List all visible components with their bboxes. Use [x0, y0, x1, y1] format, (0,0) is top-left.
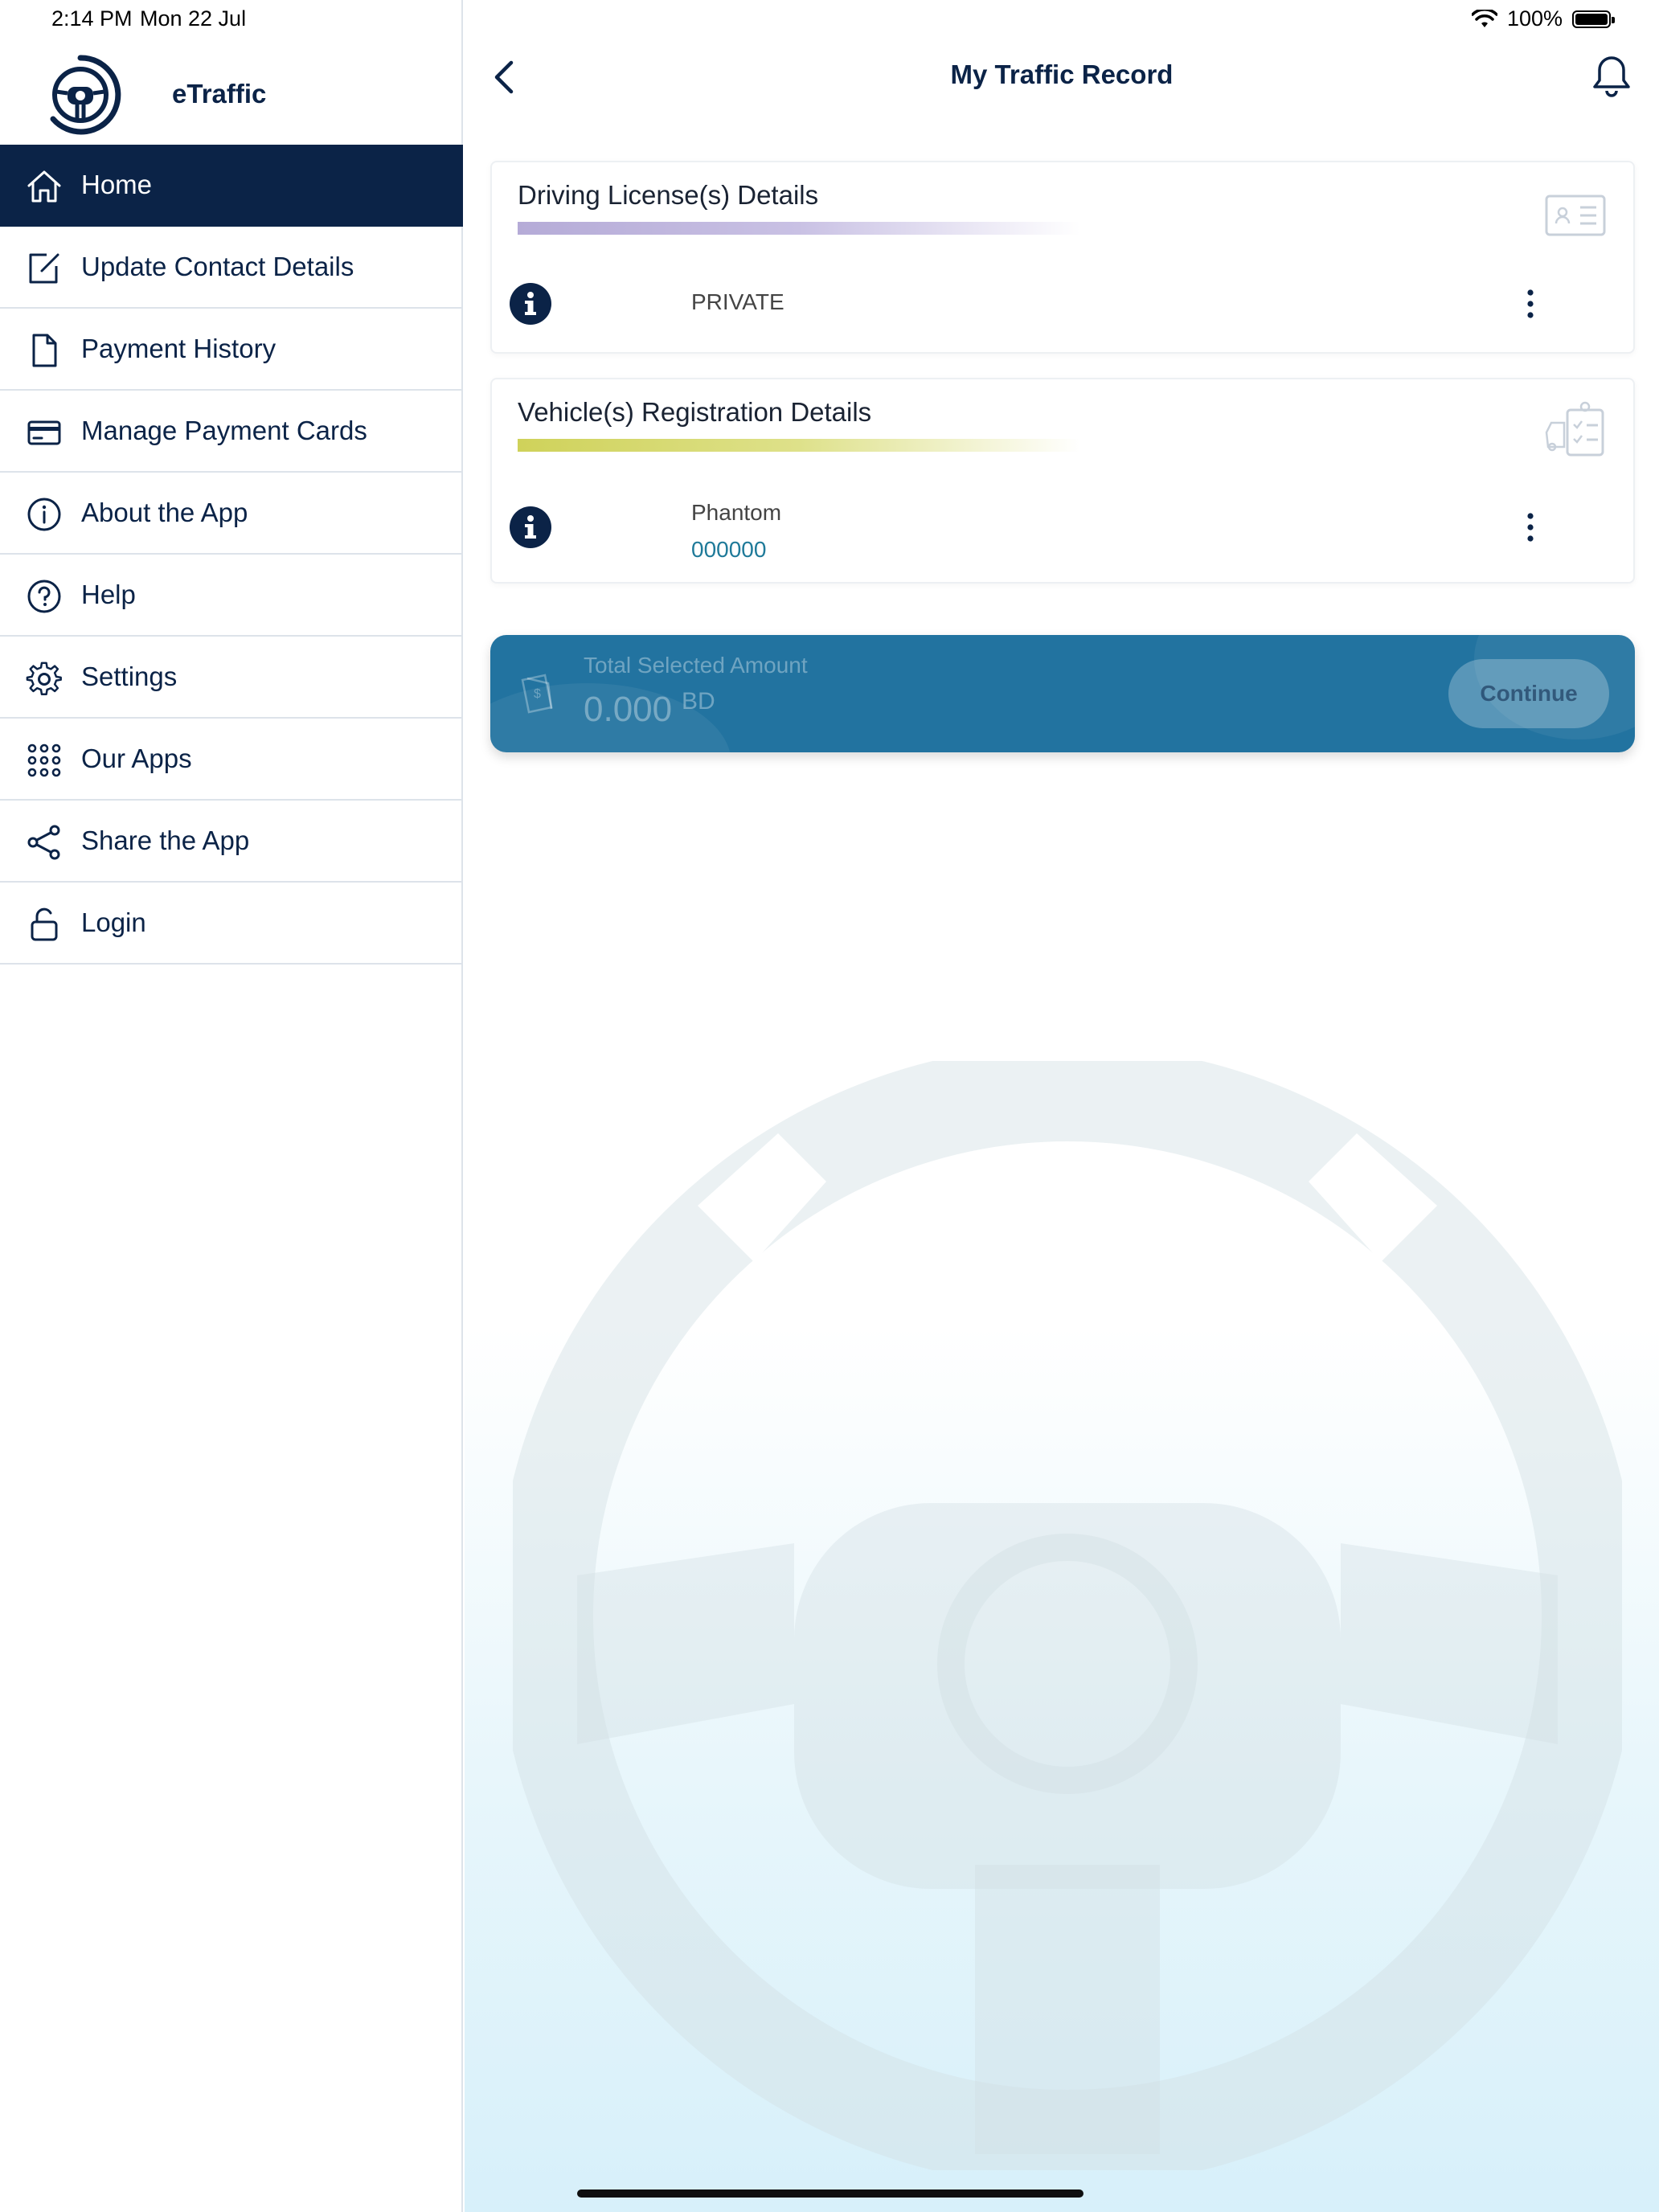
more-options-icon[interactable] — [1522, 510, 1538, 545]
grid-icon — [27, 743, 61, 777]
sidebar-item-help[interactable]: Help — [0, 555, 463, 637]
sidebar-item-label: Login — [81, 907, 146, 937]
sidebar-item-label: Payment History — [81, 334, 276, 363]
total-amount-value: 0.000 — [584, 690, 673, 729]
sidebar-item-our-apps[interactable]: Our Apps — [0, 719, 463, 801]
app-logo-icon — [50, 55, 121, 135]
card-accent-bar — [518, 439, 1080, 452]
sidebar-item-home[interactable]: Home — [0, 145, 463, 227]
sidebar-item-label: About the App — [81, 498, 248, 527]
sidebar-item-label: Our Apps — [81, 743, 192, 773]
total-amount-label: Total Selected Amount — [584, 653, 808, 678]
info-icon[interactable] — [508, 281, 553, 326]
status-bar: 2:14 PM Mon 22 Jul 100% — [0, 0, 1659, 39]
home-icon — [27, 170, 61, 203]
top-bar: My Traffic Record — [465, 39, 1659, 116]
sidebar-brand: eTraffic — [0, 39, 463, 145]
sidebar-item-about[interactable]: About the App — [0, 473, 463, 555]
driving-license-card: Driving License(s) Details PRIVATE — [490, 161, 1635, 354]
sidebar-item-manage-cards[interactable]: Manage Payment Cards — [0, 391, 463, 473]
document-icon — [32, 334, 57, 367]
info-icon[interactable] — [508, 505, 553, 550]
main-content: My Traffic Record Driving License(s) Det… — [465, 0, 1659, 2212]
gear-icon — [26, 662, 62, 695]
edit-icon — [29, 253, 59, 284]
svg-text:$: $ — [534, 687, 541, 701]
license-type: PRIVATE — [691, 289, 784, 314]
home-indicator[interactable] — [577, 2189, 1083, 2198]
sidebar-item-label: Settings — [81, 662, 178, 691]
sidebar-item-payment-history[interactable]: Payment History — [0, 309, 463, 391]
card-title: Driving License(s) Details — [518, 180, 819, 210]
sidebar-item-label: Home — [81, 170, 153, 199]
vehicle-plate-number[interactable]: 000000 — [691, 537, 766, 563]
id-card-icon — [1545, 195, 1606, 236]
wifi-icon — [1471, 9, 1497, 27]
info-icon — [27, 498, 61, 531]
battery-icon — [1572, 10, 1615, 28]
status-indicators: 100% — [1471, 6, 1615, 31]
vehicle-checklist-icon — [1545, 401, 1604, 457]
vehicle-model: Phantom — [691, 500, 782, 525]
sidebar-item-label: Update Contact Details — [81, 252, 354, 281]
sidebar-item-login[interactable]: Login — [0, 883, 463, 965]
status-time: 2:14 PM — [51, 6, 133, 31]
unlock-icon — [31, 907, 58, 941]
credit-card-icon — [27, 420, 61, 445]
share-icon — [27, 825, 60, 860]
notification-bell-icon[interactable] — [1588, 53, 1635, 100]
payment-summary-bar: $ Total Selected Amount 0.000 BD Continu… — [490, 635, 1635, 752]
card-title: Vehicle(s) Registration Details — [518, 397, 872, 427]
total-amount-currency: BD — [682, 688, 715, 715]
sidebar-menu: Home Update Contact Details Payment Hist… — [0, 145, 463, 965]
page-title: My Traffic Record — [950, 59, 1174, 89]
money-receipt-icon: $ — [521, 674, 553, 714]
continue-button[interactable]: Continue — [1448, 659, 1609, 728]
vehicle-registration-card: Vehicle(s) Registration Details Phantom … — [490, 378, 1635, 584]
card-accent-bar — [518, 222, 1080, 235]
sidebar-item-label: Share the App — [81, 825, 250, 855]
sidebar-item-share[interactable]: Share the App — [0, 801, 463, 883]
question-icon — [27, 580, 61, 613]
steering-wheel-watermark-icon — [513, 1061, 1622, 2170]
sidebar-item-settings[interactable]: Settings — [0, 637, 463, 719]
sidebar-item-update-contact[interactable]: Update Contact Details — [0, 227, 463, 309]
sidebar-item-label: Manage Payment Cards — [81, 416, 367, 445]
app-name: eTraffic — [172, 79, 267, 109]
sidebar: eTraffic Home Update Contact Details Pay… — [0, 0, 463, 2212]
status-date: Mon 22 Jul — [140, 6, 247, 31]
battery-percent: 100% — [1506, 6, 1563, 31]
sidebar-item-label: Help — [81, 580, 136, 609]
more-options-icon[interactable] — [1522, 286, 1538, 322]
